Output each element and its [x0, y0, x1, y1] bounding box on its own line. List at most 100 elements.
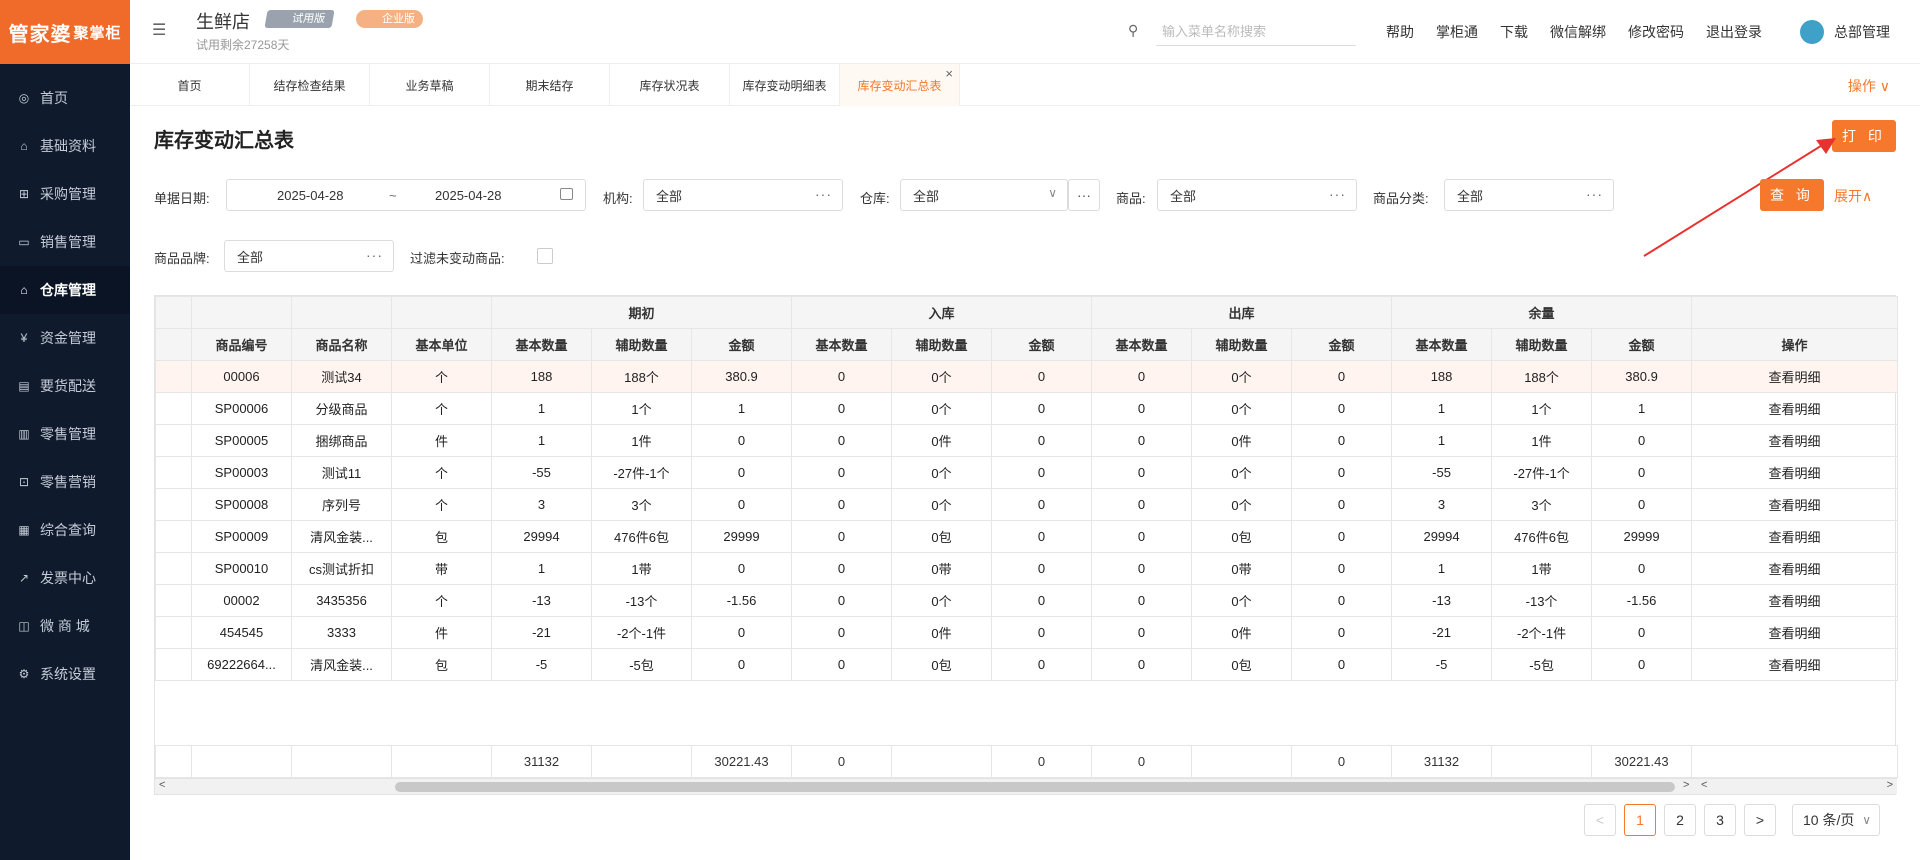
scroll-left-icon-fixed[interactable]: < [1701, 779, 1707, 791]
table-row[interactable]: SP00005 捆绑商品件 1 1件 0 0 0件 0 0 0件 0 1 1件 0 查看明细 [155, 424, 1899, 457]
column-header[interactable]: 基本数量 [1391, 328, 1493, 361]
column-header[interactable]: 金额 [991, 328, 1093, 361]
header-link[interactable]: 帮助 [1386, 22, 1414, 42]
tab-item[interactable]: 库存变动明细表 [730, 64, 840, 106]
prev-page-button[interactable]: < [1584, 804, 1616, 836]
horizontal-scrollbar[interactable]: < > < > [155, 778, 1897, 794]
tab-item[interactable]: 库存状况表 [610, 64, 730, 106]
page-size-select[interactable]: 10 条/页 ∨ [1792, 804, 1880, 836]
sidebar-item[interactable]: ¥ 资金管理 [0, 314, 130, 362]
view-detail-link[interactable]: 查看明细 [1691, 360, 1899, 393]
column-header[interactable]: 基本数量 [491, 328, 592, 361]
next-page-button[interactable]: > [1744, 804, 1776, 836]
query-button[interactable]: 查 询 [1760, 179, 1824, 211]
sidebar-item[interactable]: ▥ 零售管理 [0, 410, 130, 458]
scroll-left-icon[interactable]: < [159, 779, 165, 791]
sidebar-item[interactable]: ◎ 首页 [0, 74, 130, 122]
sidebar-item[interactable]: ▦ 综合查询 [0, 506, 130, 554]
page-number-button[interactable]: 3 [1704, 804, 1736, 836]
menu-collapse-icon[interactable]: ☰ [152, 20, 170, 39]
column-header[interactable]: 商品名称 [291, 328, 392, 361]
header-link[interactable]: 修改密码 [1628, 22, 1684, 42]
filter-unchanged-checkbox[interactable] [537, 248, 553, 264]
column-header[interactable]: 辅助数量 [1491, 328, 1593, 361]
view-detail-link[interactable]: 查看明细 [1691, 648, 1899, 681]
view-detail-link[interactable]: 查看明细 [1691, 520, 1899, 553]
view-detail-link[interactable]: 查看明细 [1691, 616, 1899, 649]
sidebar-item[interactable]: ⚙ 系统设置 [0, 650, 130, 698]
table-row[interactable]: 69222664... 清风金装... 包 -5 -5包 0 0 0包 0 0 0包 0 -5 -5包 0 查… [155, 648, 1899, 681]
view-detail-link[interactable]: 查看明细 [1691, 488, 1899, 521]
header-link[interactable]: 微信解绑 [1550, 22, 1606, 42]
close-icon[interactable]: × [945, 66, 953, 81]
column-header[interactable]: 基本单位 [391, 328, 492, 361]
user-menu[interactable]: 总部管理 [1800, 20, 1890, 44]
column-header[interactable]: 金额 [1591, 328, 1693, 361]
column-header[interactable]: 辅助数量 [891, 328, 993, 361]
column-header[interactable]: 金额 [1291, 328, 1393, 361]
view-detail-link[interactable]: 查看明细 [1691, 552, 1899, 585]
chevron-down-icon[interactable]: ∨ [1048, 186, 1057, 200]
tab-item[interactable]: 结存检查结果 [250, 64, 370, 106]
more-icon[interactable]: ··· [366, 247, 383, 263]
more-icon[interactable]: ··· [1329, 186, 1346, 202]
warehouse-select[interactable]: 全部 ∨ [900, 179, 1068, 211]
sidebar-item[interactable]: ⊞ 采购管理 [0, 170, 130, 218]
brand-logo[interactable]: 管家婆 聚掌柜 [0, 0, 130, 64]
header-link[interactable]: 掌柜通 [1436, 22, 1478, 42]
view-detail-link[interactable]: 查看明细 [1691, 584, 1899, 617]
date-from[interactable]: 2025-04-28 [277, 188, 344, 203]
column-header[interactable]: 辅助数量 [1191, 328, 1293, 361]
view-detail-link[interactable]: 查看明细 [1691, 392, 1899, 425]
tab-item[interactable]: 业务草稿 [370, 64, 490, 106]
column-header[interactable]: 金额 [690, 328, 793, 361]
print-button[interactable]: 打 印 [1832, 120, 1896, 152]
menu-search-input[interactable] [1156, 18, 1356, 46]
search-icon[interactable]: ⚲ [1128, 22, 1138, 39]
scroll-right-icon-fixed[interactable]: > [1887, 779, 1893, 791]
date-to[interactable]: 2025-04-28 [435, 188, 502, 203]
sidebar-item[interactable]: ⌂ 基础资料 [0, 122, 130, 170]
view-detail-link[interactable]: 查看明细 [1691, 424, 1899, 457]
tab-item[interactable]: 期末结存 [490, 64, 610, 106]
sidebar-item[interactable]: ◫ 微 商 城 [0, 602, 130, 650]
more-icon[interactable]: ··· [815, 186, 832, 202]
org-selector[interactable]: 全部 ··· [643, 179, 843, 211]
table-row[interactable]: 00002 3435356 个 -13 -13个 -1.56 0 0个 0 0 0个 0 -13 -13个… [155, 584, 1899, 617]
tab-item[interactable]: 首页 [130, 64, 250, 106]
tab-item[interactable]: 库存变动汇总表 × [840, 64, 960, 106]
table-row[interactable]: 00006 测试34 个 188 188个 380.9 0 0个 0 0 0个 0 188 188个 380… [155, 360, 1899, 393]
column-header[interactable]: 辅助数量 [591, 328, 692, 361]
product-selector[interactable]: 全部 ··· [1157, 179, 1357, 211]
operations-dropdown[interactable]: 操作 ∨ [1848, 76, 1890, 96]
table-row[interactable]: SP00009 清风金装... 包 29994 476件6包 29999 0 0包 0 0 0包 0 2… [155, 520, 1899, 553]
sidebar-item[interactable]: ↗ 发票中心 [0, 554, 130, 602]
table-row[interactable]: 454545 3333 件 -21 -2个-1件 0 0 0件 0 0 0件 0 -21 -2个-1件 0 查… [155, 616, 1899, 649]
table-row[interactable]: SP00008 序列号个 3 3个 0 0 0个 0 0 0个 0 3 3个 0 查看明细 [155, 488, 1899, 521]
column-header[interactable]: 基本数量 [1091, 328, 1193, 361]
brand-selector[interactable]: 全部 ··· [224, 240, 394, 272]
warehouse-more-button[interactable]: ··· [1068, 179, 1100, 211]
table-row[interactable]: SP00006 分级商品个 1 1个 1 0 0个 0 0 0个 0 1 1个 1 查看明细 [155, 392, 1899, 425]
date-range-picker[interactable]: 2025-04-28 ~ 2025-04-28 [226, 179, 586, 211]
sidebar-item[interactable]: ▭ 销售管理 [0, 218, 130, 266]
calendar-icon[interactable] [560, 188, 573, 200]
page-number-button[interactable]: 2 [1664, 804, 1696, 836]
more-icon[interactable]: ··· [1586, 186, 1603, 202]
page-number-button[interactable]: 1 [1624, 804, 1656, 836]
sidebar-item[interactable]: ⊡ 零售营销 [0, 458, 130, 506]
table-row[interactable]: SP00010 cs测试折扣带 1 1带 0 0 0带 0 0 0带 0 1 1带 0 查看明细 [155, 552, 1899, 585]
table-row[interactable]: SP00003 测试11 个 -55 -27件-1个 0 0 0个 0 0 0个 0 -55 -27件-1… [155, 456, 1899, 489]
view-detail-link[interactable]: 查看明细 [1691, 456, 1899, 489]
sidebar-item[interactable]: ⌂ 仓库管理 [0, 266, 130, 314]
category-selector[interactable]: 全部 ··· [1444, 179, 1614, 211]
expand-toggle[interactable]: 展开∧ [1834, 186, 1872, 206]
column-header[interactable]: 商品编号 [191, 328, 292, 361]
header-link[interactable]: 下载 [1500, 22, 1528, 42]
scrollbar-thumb[interactable] [395, 782, 1675, 792]
column-header[interactable]: 基本数量 [791, 328, 893, 361]
scroll-right-icon[interactable]: > [1683, 779, 1689, 791]
header-link[interactable]: 退出登录 [1706, 22, 1762, 42]
column-header[interactable]: 操作 [1691, 328, 1899, 361]
sidebar-item[interactable]: ▤ 要货配送 [0, 362, 130, 410]
